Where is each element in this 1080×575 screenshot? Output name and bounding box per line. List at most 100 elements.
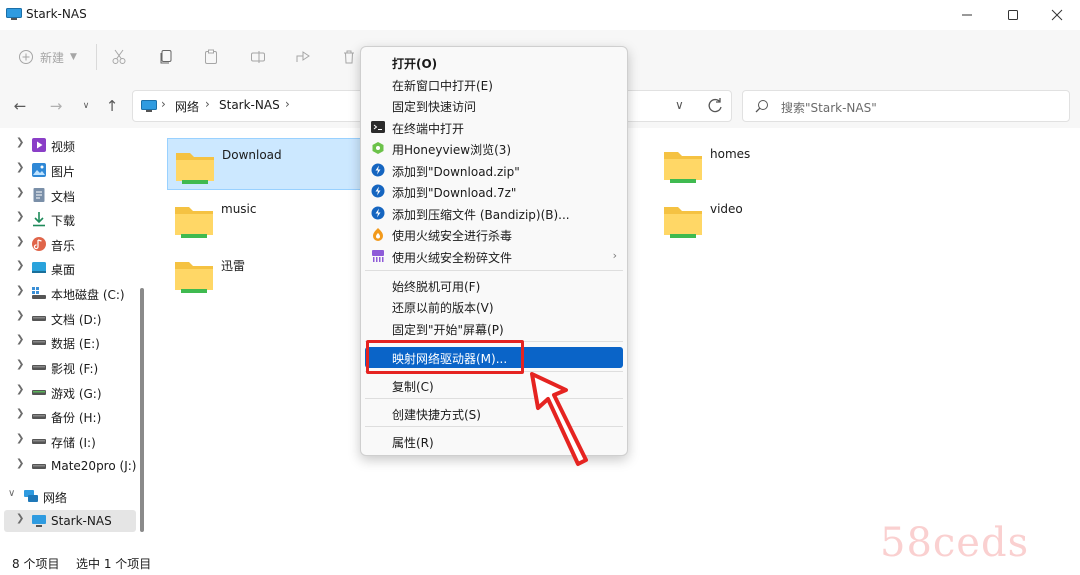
menu-item-huorong-shred[interactable]: 使用火绒安全粉碎文件 › — [365, 246, 623, 267]
back-button[interactable]: ← — [8, 94, 32, 118]
search-input[interactable]: 搜索"Stark-NAS" — [781, 99, 877, 116]
chevron-right-icon[interactable]: ❯ — [16, 137, 24, 148]
menu-item-add-zip[interactable]: 添加到"Download.zip" — [365, 160, 623, 181]
chevron-right-icon[interactable]: ❯ — [16, 384, 24, 395]
menu-item-open-new-window[interactable]: 在新窗口中打开(E) — [365, 74, 623, 95]
documents-folder-icon — [33, 188, 45, 202]
chevron-right-icon[interactable]: ❯ — [16, 260, 24, 271]
chevron-right-icon[interactable]: ❯ — [16, 285, 24, 296]
sidebar-item-drive-i[interactable]: ❯ 存储 (I:) — [0, 430, 136, 452]
window-title: Stark-NAS — [26, 7, 87, 21]
forward-button[interactable]: → — [44, 94, 68, 118]
chevron-right-icon[interactable]: ❯ — [16, 211, 24, 222]
downloads-folder-icon — [33, 212, 45, 227]
share-button[interactable] — [292, 46, 314, 68]
menu-item-add-archive-bandizip[interactable]: 添加到压缩文件 (Bandizip)(B)... — [365, 203, 623, 224]
folder-name: Download — [222, 148, 282, 162]
sidebar-item-documents[interactable]: ❯ 文档 — [0, 184, 136, 206]
drive-icon — [32, 390, 46, 395]
menu-item-label: 打开(O) — [392, 57, 438, 71]
annotation-arrow-icon — [530, 372, 588, 466]
add-icon — [19, 50, 33, 64]
breadcrumb-network[interactable]: 网络 — [175, 98, 199, 115]
chevron-right-icon: › — [161, 97, 166, 111]
chevron-right-icon[interactable]: ❯ — [16, 433, 24, 444]
up-button[interactable]: ↑ — [100, 94, 124, 118]
menu-item-add-7z[interactable]: 添加到"Download.7z" — [365, 181, 623, 202]
sidebar-item-drive-c[interactable]: ❯ 本地磁盘 (C:) — [0, 282, 136, 304]
sidebar-item-drive-e[interactable]: ❯ 数据 (E:) — [0, 331, 136, 353]
drive-icon — [32, 464, 46, 469]
chevron-right-icon[interactable]: ❯ — [16, 458, 24, 469]
search-box[interactable]: 搜索"Stark-NAS" — [742, 90, 1070, 122]
menu-item-label: 属性(R) — [392, 436, 434, 450]
close-button[interactable] — [1034, 0, 1080, 30]
maximize-button[interactable] — [990, 0, 1036, 30]
sidebar-item-desktop[interactable]: ❯ 桌面 — [0, 257, 136, 279]
sidebar-item-downloads[interactable]: ❯ 下载 — [0, 208, 136, 230]
chevron-right-icon[interactable]: ❯ — [16, 513, 24, 524]
paste-icon — [205, 49, 217, 64]
terminal-icon — [371, 121, 385, 133]
recent-locations-button[interactable]: ∨ — [74, 94, 98, 118]
sidebar-item-pictures[interactable]: ❯ 图片 — [0, 159, 136, 181]
folder-item[interactable]: video — [656, 193, 852, 245]
paste-button[interactable] — [200, 46, 222, 68]
sidebar-item-drive-g[interactable]: ❯ 游戏 (G:) — [0, 381, 136, 403]
chevron-down-icon[interactable]: ∨ — [8, 488, 15, 499]
new-button[interactable]: 新建 ▼ — [18, 46, 77, 68]
menu-item-pin-quick-access[interactable]: 固定到快速访问 — [365, 95, 623, 116]
folder-item[interactable]: 迅雷 — [167, 248, 363, 300]
sidebar-item-drive-d[interactable]: ❯ 文档 (D:) — [0, 307, 136, 329]
menu-item-open[interactable]: 打开(O) — [365, 52, 623, 73]
sidebar-item-drive-f[interactable]: ❯ 影视 (F:) — [0, 356, 136, 378]
chevron-right-icon[interactable]: ❯ — [16, 187, 24, 198]
folder-name: video — [710, 202, 743, 216]
sidebar-item-network[interactable]: ∨ 网络 — [0, 485, 136, 507]
delete-button[interactable] — [338, 46, 360, 68]
folder-item[interactable]: music — [167, 193, 363, 245]
sidebar-item-label: 数据 (E:) — [51, 337, 100, 351]
cut-button[interactable] — [108, 46, 130, 68]
menu-item-label: 添加到压缩文件 (Bandizip)(B)... — [392, 208, 570, 222]
menu-item-open-terminal[interactable]: 在终端中打开 — [365, 117, 623, 138]
sidebar-item-label: Stark-NAS — [51, 514, 112, 528]
rename-button[interactable] — [247, 46, 269, 68]
menu-item-huorong-scan[interactable]: 使用火绒安全进行杀毒 — [365, 224, 623, 245]
sidebar-scrollbar[interactable] — [140, 288, 144, 532]
chevron-right-icon[interactable]: ❯ — [16, 236, 24, 247]
chevron-right-icon[interactable]: ❯ — [16, 162, 24, 173]
minimize-button[interactable] — [944, 0, 990, 30]
folder-item[interactable]: Download — [167, 138, 363, 190]
menu-item-pin-start[interactable]: 固定到"开始"屏幕(P) — [365, 318, 623, 339]
menu-item-restore-versions[interactable]: 还原以前的版本(V) — [365, 296, 623, 317]
sidebar-item-label: 桌面 — [51, 263, 76, 277]
sidebar-item-label: 文档 — [51, 190, 76, 204]
folder-icon — [175, 207, 213, 238]
refresh-icon[interactable] — [705, 96, 725, 116]
sidebar-item-videos[interactable]: ❯ 视频 — [0, 134, 136, 156]
item-count: 8 个项目 — [12, 557, 60, 571]
sidebar-item-drive-j[interactable]: ❯ Mate20pro (J:) — [0, 455, 136, 477]
close-icon — [1051, 9, 1063, 21]
menu-item-honeyview[interactable]: 用Honeyview浏览(3) — [365, 138, 623, 159]
address-history-dropdown[interactable]: ∨ — [675, 98, 684, 112]
chevron-right-icon[interactable]: ❯ — [16, 359, 24, 370]
chevron-right-icon[interactable]: ❯ — [16, 408, 24, 419]
rename-icon — [251, 51, 265, 63]
sidebar-item-music[interactable]: ❯ 音乐 — [0, 233, 136, 255]
sidebar-item-label: 网络 — [43, 491, 68, 505]
menu-item-label: 始终脱机可用(F) — [392, 280, 481, 294]
copy-button[interactable] — [155, 46, 177, 68]
breadcrumb-stark-nas[interactable]: Stark-NAS — [219, 98, 280, 112]
folder-item[interactable]: homes — [656, 138, 852, 190]
copy-icon — [160, 50, 172, 64]
chevron-down-icon: ∨ — [82, 101, 90, 111]
chevron-down-icon: ▼ — [70, 52, 77, 62]
menu-item-always-offline[interactable]: 始终脱机可用(F) — [365, 275, 623, 296]
chevron-right-icon[interactable]: ❯ — [16, 310, 24, 321]
sidebar-item-stark-nas[interactable]: ❯ Stark-NAS — [4, 510, 136, 532]
sidebar-item-drive-h[interactable]: ❯ 备份 (H:) — [0, 405, 136, 427]
title-bar: Stark-NAS — [0, 0, 1080, 30]
chevron-right-icon[interactable]: ❯ — [16, 334, 24, 345]
